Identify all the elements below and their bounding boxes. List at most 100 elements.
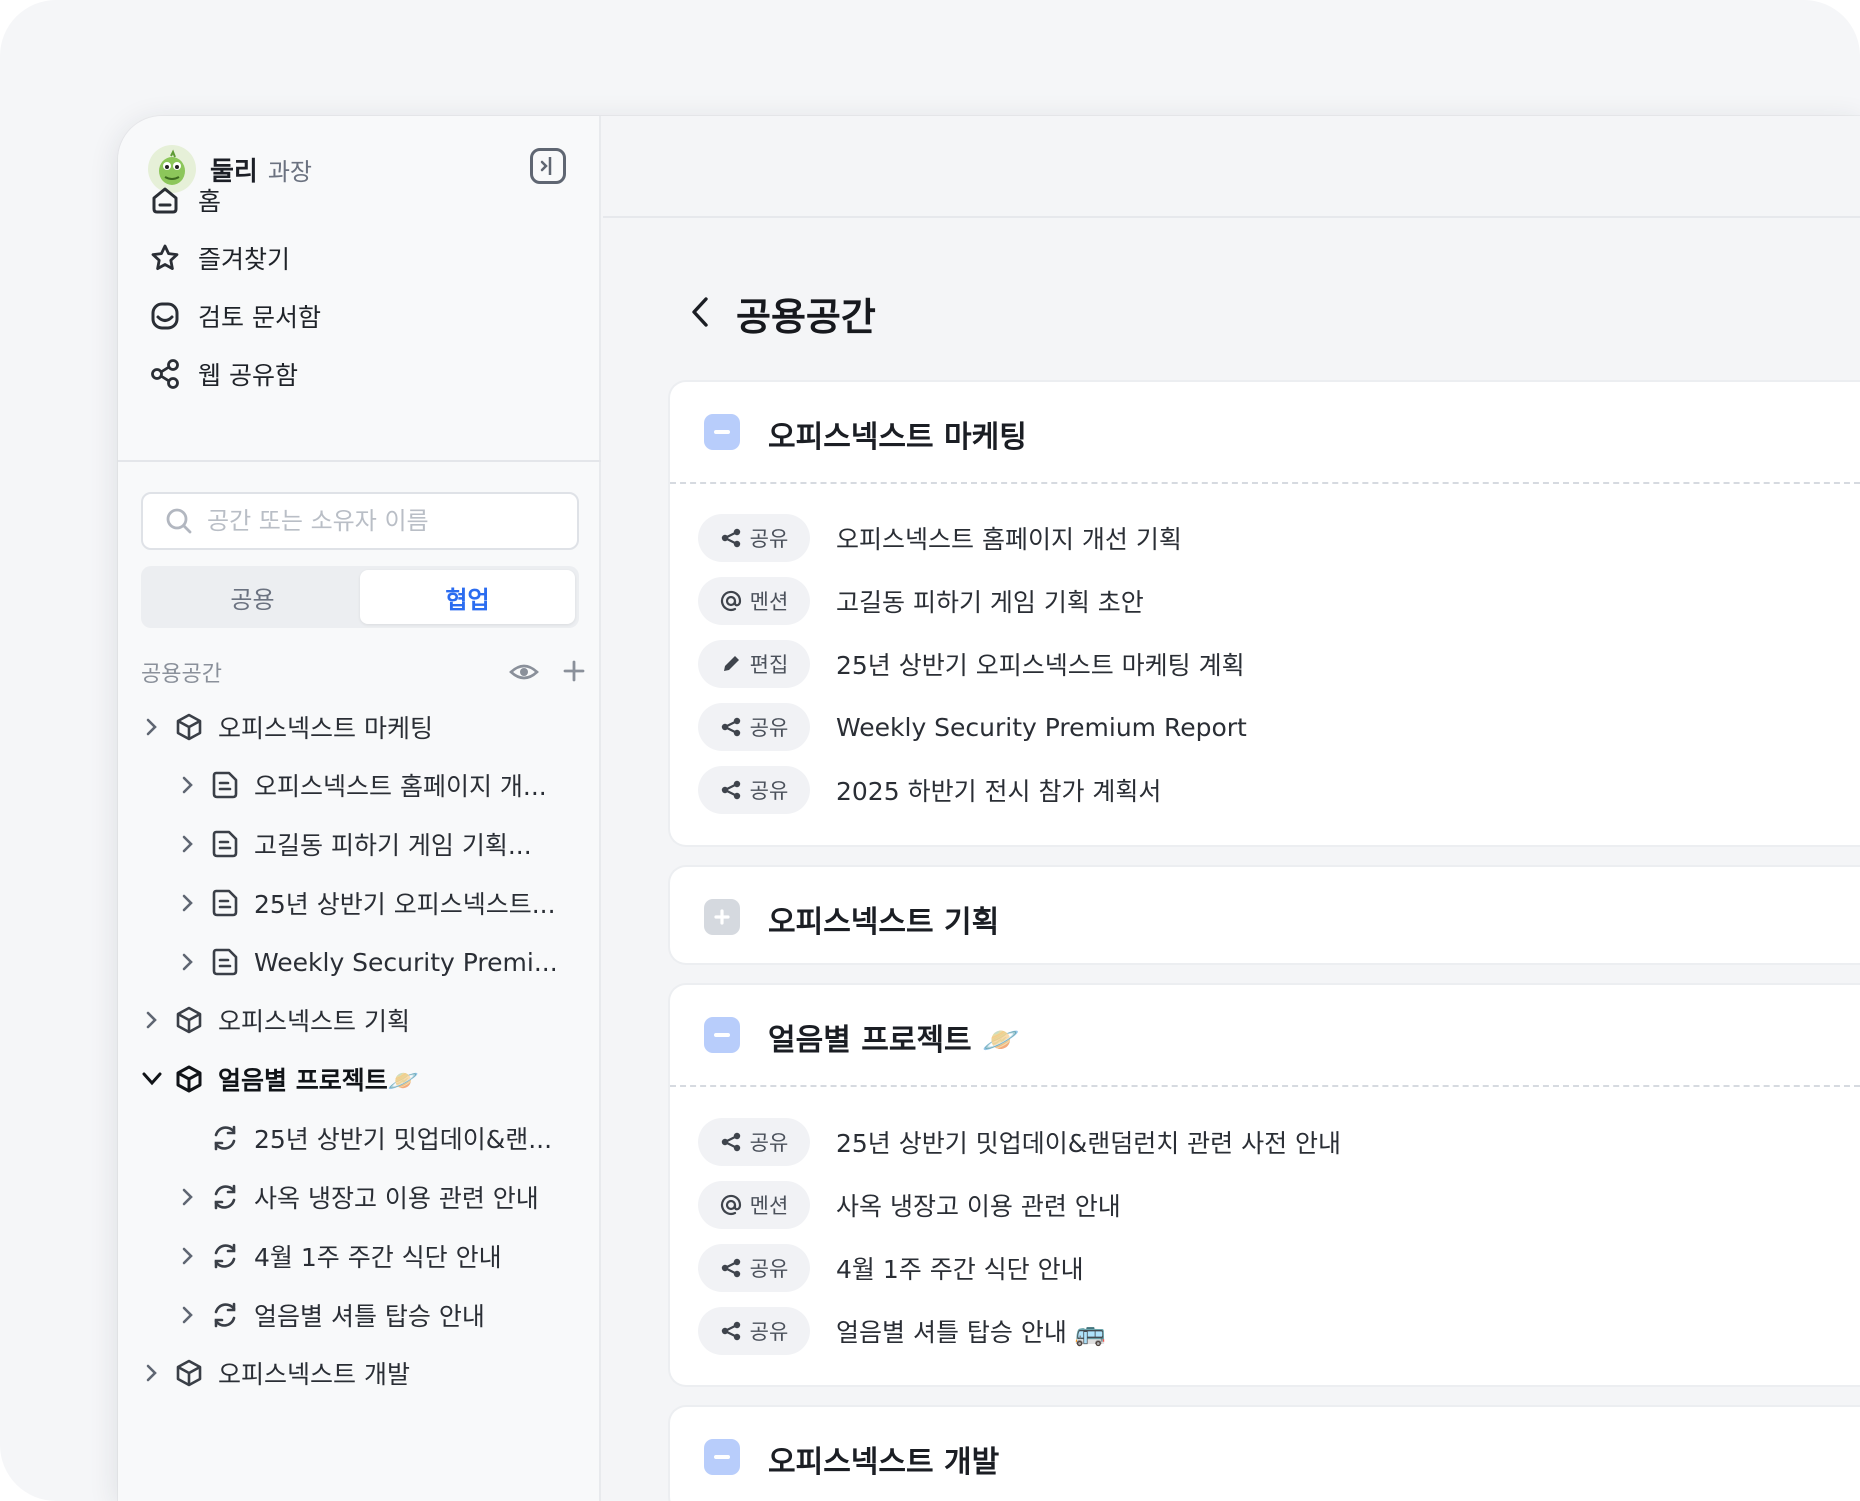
- chevron-right-icon[interactable]: [176, 1303, 200, 1327]
- activity-row[interactable]: 공유 Weekly Security Premium Report: [698, 703, 1247, 751]
- add-space-icon[interactable]: [561, 658, 587, 688]
- tree-doc-item[interactable]: Weekly Security Premi...: [176, 938, 586, 986]
- tree-label: 오피스넥스트 홈페이지 개...: [254, 772, 547, 801]
- activity-row[interactable]: 공유 4월 1주 주간 식단 안내: [698, 1244, 1084, 1292]
- chevron-right-icon[interactable]: [176, 1185, 200, 1209]
- tag-label: 공유: [749, 716, 789, 740]
- chevron-down-icon[interactable]: [140, 1067, 164, 1091]
- activity-tag: 공유: [698, 1118, 810, 1166]
- tag-label: 공유: [749, 1131, 789, 1155]
- share-icon: [721, 528, 740, 548]
- activity-row[interactable]: 공유 얼음별 셔틀 탑승 안내 🚌: [698, 1307, 1106, 1355]
- activity-row[interactable]: 공유 오피스넥스트 홈페이지 개선 기획: [698, 514, 1182, 562]
- segment-collab[interactable]: 협업: [360, 570, 575, 624]
- eye-icon[interactable]: [509, 658, 539, 690]
- page-title: 공용공간: [736, 295, 876, 339]
- nav-item-web-share[interactable]: 웹 공유함: [148, 352, 298, 396]
- collapse-toggle[interactable]: [704, 414, 740, 450]
- tree-doc-item[interactable]: 고길동 피하기 게임 기획...: [176, 820, 586, 868]
- minus-icon: [714, 1455, 730, 1459]
- activity-tag: 공유: [698, 514, 810, 562]
- nav-label: 홈: [198, 187, 222, 216]
- tree-space-planning[interactable]: 오피스넥스트 기획: [140, 996, 580, 1044]
- activity-row[interactable]: 멘션 사옥 냉장고 이용 관련 안내: [698, 1181, 1121, 1229]
- document-title[interactable]: 오피스넥스트 홈페이지 개선 기획: [836, 520, 1182, 556]
- collapse-sidebar-button[interactable]: [530, 148, 566, 184]
- document-title[interactable]: 고길동 피하기 게임 기획 초안: [836, 583, 1144, 619]
- chevron-right-icon[interactable]: [140, 1008, 164, 1032]
- activity-tag: 공유: [698, 1244, 810, 1292]
- nav-item-favorites[interactable]: 즐겨찾기: [148, 236, 290, 280]
- minus-icon: [714, 430, 730, 434]
- space-card-planning: 오피스넥스트 기획: [668, 865, 1860, 965]
- space-card-marketing: 오피스넥스트 마케팅 공유 오피스넥스트 홈페이지 개선 기획 멘션 고길동 피…: [668, 380, 1860, 847]
- collapse-toggle[interactable]: [704, 1439, 740, 1475]
- search-input[interactable]: [207, 507, 567, 535]
- chevron-right-icon[interactable]: [140, 1361, 164, 1385]
- tag-label: 멘션: [749, 1194, 789, 1218]
- space-section-header: 공용공간: [141, 652, 585, 692]
- tree-doc-item[interactable]: 오피스넥스트 홈페이지 개...: [176, 761, 586, 809]
- inbox-icon: [148, 299, 182, 333]
- cube-icon: [172, 1003, 206, 1037]
- chevron-right-icon[interactable]: [176, 891, 200, 915]
- tree-sync-item[interactable]: 얼음별 셔틀 탑승 안내: [176, 1291, 586, 1339]
- nav-item-home[interactable]: 홈: [148, 178, 221, 222]
- chevron-right-icon[interactable]: [176, 832, 200, 856]
- segment-public[interactable]: 공용: [145, 570, 360, 624]
- document-title[interactable]: 25년 상반기 밋업데이&랜덤런치 관련 사전 안내: [836, 1124, 1341, 1160]
- tree-label: 얼음별 셔틀 탑승 안내: [254, 1302, 485, 1331]
- cube-icon: [172, 1062, 206, 1096]
- space-section-title: 공용공간: [141, 662, 222, 687]
- chevron-left-icon: [692, 297, 708, 327]
- activity-row[interactable]: 공유 25년 상반기 밋업데이&랜덤런치 관련 사전 안내: [698, 1118, 1341, 1166]
- chevron-right-icon[interactable]: [176, 1244, 200, 1268]
- tree-space-iceplanet[interactable]: 얼음별 프로젝트🪐: [140, 1055, 580, 1103]
- card-divider: [670, 1085, 1860, 1087]
- share-icon: [721, 1321, 740, 1341]
- nav-label: 검토 문서함: [198, 303, 321, 332]
- tree-sync-item[interactable]: 사옥 냉장고 이용 관련 안내: [176, 1173, 586, 1221]
- sync-icon: [208, 1180, 242, 1214]
- chevron-right-icon[interactable]: [176, 950, 200, 974]
- card-title[interactable]: 얼음별 프로젝트 🪐: [768, 1015, 1019, 1059]
- space-card-development: 오피스넥스트 개발: [668, 1405, 1860, 1501]
- tree-space-marketing[interactable]: 오피스넥스트 마케팅: [140, 703, 580, 751]
- tree-sync-item[interactable]: 4월 1주 주간 식단 안내: [176, 1232, 586, 1280]
- search-icon: [166, 508, 192, 534]
- activity-row[interactable]: 멘션 고길동 피하기 게임 기획 초안: [698, 577, 1144, 625]
- document-title[interactable]: 사옥 냉장고 이용 관련 안내: [836, 1187, 1121, 1223]
- chevron-right-icon[interactable]: [140, 715, 164, 739]
- back-button[interactable]: [684, 290, 716, 334]
- plus-icon: [714, 909, 730, 925]
- tree-label: 오피스넥스트 기획: [218, 1007, 410, 1036]
- share-icon: [721, 1132, 740, 1152]
- tree-space-development[interactable]: 오피스넥스트 개발: [140, 1349, 580, 1397]
- document-title[interactable]: 2025 하반기 전시 참가 계획서: [836, 772, 1161, 808]
- nav-label: 웹 공유함: [198, 361, 298, 390]
- collapse-toggle[interactable]: [704, 1017, 740, 1053]
- document-icon: [208, 945, 242, 979]
- expand-toggle[interactable]: [704, 899, 740, 935]
- activity-row[interactable]: 편집 25년 상반기 오피스넥스트 마케팅 계획: [698, 640, 1245, 688]
- tree-label: 고길동 피하기 게임 기획...: [254, 831, 532, 860]
- nav-item-review-inbox[interactable]: 검토 문서함: [148, 294, 321, 338]
- document-title[interactable]: Weekly Security Premium Report: [836, 713, 1247, 742]
- card-title[interactable]: 오피스넥스트 마케팅: [768, 412, 1027, 456]
- space-search[interactable]: [141, 492, 579, 550]
- space-type-toggle: 공용 협업: [141, 566, 579, 628]
- sidebar: 둘리 과장 홈 즐겨찾기 검토 문서함 웹 공유함 공간 또는 소유자 이름 공…: [118, 116, 601, 1501]
- document-title[interactable]: 25년 상반기 오피스넥스트 마케팅 계획: [836, 646, 1245, 682]
- sync-icon: [208, 1239, 242, 1273]
- tree-sync-item[interactable]: 25년 상반기 밋업데이&랜...: [176, 1114, 586, 1162]
- card-title[interactable]: 오피스넥스트 기획: [768, 897, 999, 941]
- tree-doc-item[interactable]: 25년 상반기 오피스넥스트...: [176, 879, 586, 927]
- cube-icon: [172, 1356, 206, 1390]
- sync-icon: [208, 1298, 242, 1332]
- activity-row[interactable]: 공유 2025 하반기 전시 참가 계획서: [698, 766, 1161, 814]
- card-title[interactable]: 오피스넥스트 개발: [768, 1437, 999, 1481]
- document-title[interactable]: 4월 1주 주간 식단 안내: [836, 1250, 1084, 1286]
- tag-label: 공유: [749, 527, 789, 551]
- chevron-right-icon[interactable]: [176, 773, 200, 797]
- document-title[interactable]: 얼음별 셔틀 탑승 안내 🚌: [836, 1313, 1106, 1349]
